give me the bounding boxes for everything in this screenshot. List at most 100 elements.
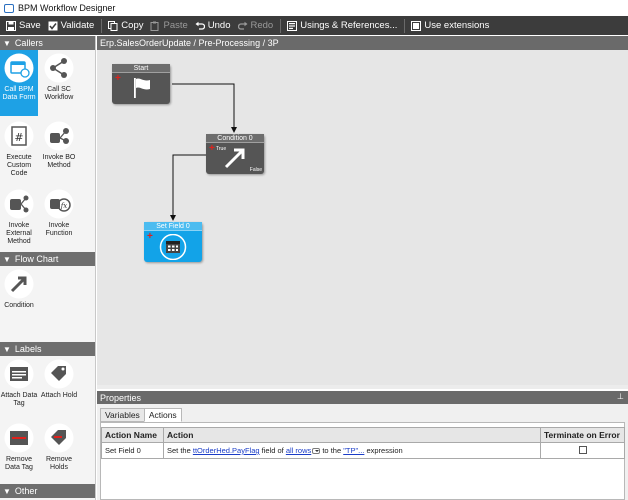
column-header-action[interactable]: Action <box>163 427 541 443</box>
calendar-icon <box>159 234 187 260</box>
tool-remove-data-tag[interactable]: Remove Data Tag <box>0 420 38 482</box>
svg-text:fx: fx <box>60 202 68 210</box>
tool-invoke-external-method[interactable]: Invoke External Method <box>0 186 38 252</box>
tool-attach-data-tag[interactable]: Attach Data Tag <box>0 356 38 418</box>
canvas-horizontal-scrollbar[interactable] <box>97 385 628 389</box>
save-button[interactable]: Save <box>3 16 45 35</box>
table-row[interactable]: Set Field 0 Set the ttOrderHed.PayFlag f… <box>101 442 625 459</box>
node-condition-title: Condition 0 <box>206 134 264 143</box>
tool-attach-hold[interactable]: Attach Hold <box>40 356 78 418</box>
function-icon: fx <box>44 189 74 219</box>
actions-grid-container: Action Name Action Terminate on Error Se… <box>100 422 625 500</box>
properties-panel: Variables Actions Action Name Action Ter… <box>97 404 628 500</box>
tool-label: Attach Hold <box>40 392 78 399</box>
tool-label: Attach Data Tag <box>0 392 38 407</box>
expression-link[interactable]: "TP"... <box>343 446 364 455</box>
rows-link[interactable]: all rows <box>286 446 311 455</box>
tab-variables[interactable]: Variables <box>100 408 145 422</box>
external-method-icon <box>4 189 34 219</box>
add-branch-icon[interactable]: + <box>147 232 153 242</box>
tool-condition[interactable]: Condition <box>0 266 38 326</box>
condition-icon <box>4 269 34 299</box>
add-branch-icon[interactable]: + <box>115 74 121 84</box>
data-form-icon <box>4 53 34 83</box>
add-branch-icon[interactable]: + <box>209 144 215 154</box>
redo-button[interactable]: Redo <box>235 16 278 35</box>
node-start[interactable]: Start + <box>112 64 170 104</box>
cell-terminate-on-error <box>540 442 625 459</box>
node-condition[interactable]: Condition 0 + True False <box>206 134 264 174</box>
toolbar-divider <box>280 18 282 33</box>
undo-label: Undo <box>207 20 231 31</box>
section-labels-title: Labels <box>14 344 42 354</box>
bo-method-icon <box>44 121 74 151</box>
undo-icon <box>195 21 205 30</box>
window-title: BPM Workflow Designer <box>18 3 116 13</box>
column-header-terminate-on-error[interactable]: Terminate on Error <box>540 427 625 443</box>
svg-text:#: # <box>14 131 23 144</box>
workflow-icon <box>44 53 74 83</box>
column-header-action-name[interactable]: Action Name <box>101 427 164 443</box>
checkbox-check-icon <box>48 21 58 30</box>
app-icon <box>4 3 14 13</box>
properties-title: Properties <box>100 392 142 403</box>
chevron-down-icon: ▼ <box>3 38 11 48</box>
action-text: expression <box>364 446 403 455</box>
pin-icon[interactable]: ⊥ <box>617 392 624 401</box>
validate-button[interactable]: Validate <box>45 16 99 35</box>
redo-label: Redo <box>250 20 274 31</box>
tool-label: Invoke BO Method <box>42 154 76 169</box>
hash-icon: # <box>4 121 34 151</box>
workflow-canvas[interactable]: Start + Condition 0 + True False Set Fie… <box>97 50 628 388</box>
condition-arrow-icon <box>224 148 245 169</box>
tool-invoke-function[interactable]: fx Invoke Function <box>40 186 78 252</box>
connector-start-condition <box>172 83 237 133</box>
action-text: Set the <box>167 446 193 455</box>
connector-layer <box>170 83 237 221</box>
use-extensions-button[interactable]: Use extensions <box>408 16 493 35</box>
chevron-down-icon: ▼ <box>3 344 11 354</box>
tool-invoke-bo-method[interactable]: Invoke BO Method <box>40 118 78 184</box>
action-text: to the <box>320 446 344 455</box>
usings-references-button[interactable]: Usings & References... <box>284 16 401 35</box>
toolbox-sidebar: ▼ Callers Call BPM Data Form Call SC Wor… <box>0 36 96 500</box>
paste-label: Paste <box>163 20 188 31</box>
terminate-on-error-checkbox[interactable] <box>578 445 587 454</box>
extensions-label: Use extensions <box>424 20 490 31</box>
section-flow-chart-title: Flow Chart <box>14 254 59 264</box>
copy-icon <box>108 20 118 31</box>
properties-tabs: Variables Actions <box>100 408 182 422</box>
copy-button[interactable]: Copy <box>105 16 147 35</box>
tool-call-bpm-data-form[interactable]: Call BPM Data Form <box>0 50 38 116</box>
data-tag-icon <box>4 359 34 389</box>
node-set-field[interactable]: Set Field 0 + <box>144 222 202 262</box>
section-labels[interactable]: ▼ Labels <box>0 342 95 356</box>
flag-icon <box>134 78 150 98</box>
paste-button[interactable]: Paste <box>147 16 191 35</box>
chevron-down-icon[interactable] <box>312 448 321 455</box>
tool-call-sc-workflow[interactable]: Call SC Workflow <box>40 50 78 116</box>
tool-label: Call BPM Data Form <box>2 86 36 101</box>
tab-actions[interactable]: Actions <box>143 408 182 422</box>
save-icon <box>6 20 16 31</box>
remove-data-tag-icon <box>4 423 34 453</box>
labels-tools: Attach Data Tag Attach Hold Remove Data … <box>0 356 95 484</box>
hold-tag-icon <box>44 359 74 389</box>
paste-icon <box>150 21 159 31</box>
tool-execute-custom-code[interactable]: # Execute Custom Code <box>0 118 38 184</box>
section-other[interactable]: ▼ Other <box>0 484 95 498</box>
redo-icon <box>237 21 247 30</box>
action-text: field of <box>259 446 286 455</box>
tool-label: Remove Holds <box>45 456 73 471</box>
tool-remove-holds[interactable]: Remove Holds <box>40 420 78 482</box>
undo-button[interactable]: Undo <box>192 16 235 35</box>
tool-label: Condition <box>4 302 34 309</box>
condition-false-label: False <box>249 167 262 173</box>
section-flow-chart[interactable]: ▼ Flow Chart <box>0 252 95 266</box>
window-titlebar: BPM Workflow Designer <box>0 0 628 16</box>
field-link[interactable]: ttOrderHed.PayFlag <box>193 446 260 455</box>
remove-hold-icon <box>44 423 74 453</box>
section-callers[interactable]: ▼ Callers <box>0 36 95 50</box>
actions-grid: Action Name Action Terminate on Error Se… <box>101 427 625 459</box>
connector-condition-setfield <box>170 154 206 221</box>
